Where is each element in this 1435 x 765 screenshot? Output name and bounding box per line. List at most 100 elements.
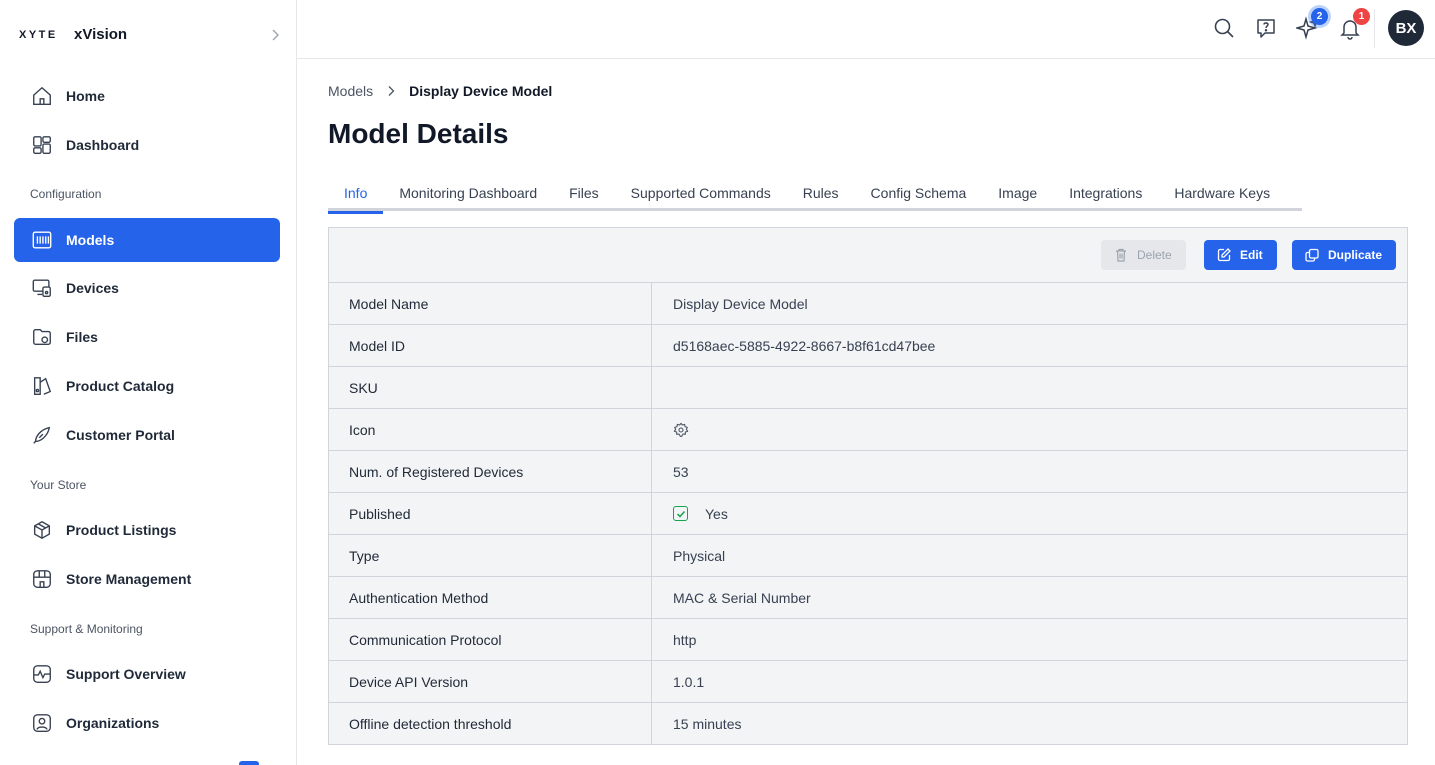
detail-row-authentication-method: Authentication Method MAC & Serial Numbe…	[329, 577, 1407, 619]
edit-button[interactable]: Edit	[1204, 240, 1277, 270]
sidebar-item-product-catalog[interactable]: Product Catalog	[14, 364, 280, 408]
tab-info[interactable]: Info	[328, 178, 384, 214]
detail-value: 1.0.1	[673, 673, 705, 690]
copy-icon	[1304, 247, 1320, 263]
detail-value	[652, 367, 1407, 408]
ai-assistant-button[interactable]: 2	[1294, 8, 1328, 42]
detail-key: Offline detection threshold	[329, 703, 652, 745]
breadcrumb-models-link[interactable]: Models	[328, 83, 373, 99]
detail-value: Display Device Model	[673, 295, 808, 312]
dashboard-icon	[30, 133, 54, 157]
detail-key: Icon	[329, 409, 652, 450]
sidebar: XYTE xVision Home Dashboard Configuratio…	[0, 0, 297, 765]
devices-icon	[30, 276, 54, 300]
tab-image[interactable]: Image	[982, 178, 1053, 211]
section-label-configuration: Configuration	[30, 187, 102, 201]
sidebar-item-home[interactable]: Home	[14, 74, 280, 118]
sidebar-item-label: Models	[66, 232, 115, 248]
avatar[interactable]: BX	[1388, 10, 1424, 46]
notifications-button[interactable]: 1	[1336, 8, 1370, 42]
ai-badge: 2	[1311, 8, 1328, 25]
catalog-icon	[30, 374, 54, 398]
sidebar-item-label: Dashboard	[66, 137, 140, 153]
page-title: Model Details	[328, 118, 509, 149]
actions-toolbar: Delete Edit Duplicate	[329, 228, 1407, 283]
top-bar: 2 1 BX	[297, 0, 1435, 59]
tab-files[interactable]: Files	[553, 178, 615, 211]
detail-key: Device API Version	[329, 661, 652, 702]
divider	[1374, 9, 1375, 48]
tab-integrations[interactable]: Integrations	[1053, 178, 1158, 211]
section-label-support-monitoring: Support & Monitoring	[30, 622, 143, 636]
models-icon	[30, 228, 54, 252]
sidebar-item-label: Customer Portal	[66, 427, 175, 443]
detail-row-model-name: Model Name Display Device Model	[329, 283, 1407, 325]
sidebar-item-label: Organizations	[66, 715, 160, 731]
detail-value: Physical	[673, 547, 726, 564]
brand-logo: XYTE	[19, 29, 58, 41]
chevron-right-icon[interactable]	[268, 28, 282, 42]
sidebar-item-support-overview[interactable]: Support Overview	[14, 652, 280, 696]
org-name: xVision	[74, 26, 128, 43]
sidebar-item-organizations[interactable]: Organizations	[14, 701, 280, 745]
sidebar-item-dashboard[interactable]: Dashboard	[14, 123, 280, 167]
detail-value: 15 minutes	[673, 716, 742, 732]
tab-supported-commands[interactable]: Supported Commands	[615, 178, 787, 211]
detail-key: Authentication Method	[329, 577, 652, 618]
sidebar-item-label: Support Overview	[66, 666, 186, 682]
sidebar-item-product-listings[interactable]: Product Listings	[14, 508, 280, 552]
tab-rules[interactable]: Rules	[787, 178, 855, 211]
sidebar-item-label: Store Management	[66, 571, 192, 587]
detail-row-offline-threshold: Offline detection threshold 15 minutes	[329, 703, 1407, 745]
duplicate-button-label: Duplicate	[1328, 248, 1383, 262]
detail-row-model-id: Model ID d5168aec-5885-4922-8667-b8f61cd…	[329, 325, 1407, 367]
detail-value: Yes	[652, 493, 1407, 534]
detail-row-type: Type Physical	[329, 535, 1407, 577]
detail-key: Model ID	[329, 325, 652, 366]
sidebar-item-store-management[interactable]: Store Management	[14, 557, 280, 601]
edit-icon	[1216, 247, 1232, 263]
sidebar-item-files[interactable]: Files	[14, 315, 280, 359]
organization-icon	[30, 711, 54, 735]
sidebar-item-models[interactable]: Models	[14, 218, 280, 262]
pulse-icon	[30, 662, 54, 686]
sidebar-item-badge	[239, 761, 259, 765]
detail-row-sku: SKU	[329, 367, 1407, 409]
detail-row-communication-protocol: Communication Protocol http	[329, 619, 1407, 661]
breadcrumb-current: Display Device Model	[409, 83, 553, 99]
notifications-badge: 1	[1353, 8, 1370, 25]
edit-button-label: Edit	[1240, 248, 1263, 262]
search-icon	[1214, 18, 1234, 38]
detail-key: SKU	[329, 367, 652, 408]
delete-button[interactable]: Delete	[1101, 240, 1186, 270]
delete-button-label: Delete	[1137, 248, 1172, 262]
detail-key: Communication Protocol	[329, 619, 652, 660]
detail-row-registered-devices: Num. of Registered Devices 53	[329, 451, 1407, 493]
breadcrumb: Models Display Device Model	[328, 83, 552, 99]
tab-hardware-keys[interactable]: Hardware Keys	[1158, 178, 1286, 211]
checkbox-checked-icon	[673, 506, 688, 521]
detail-key: Model Name	[329, 283, 652, 324]
box-icon	[30, 518, 54, 542]
tab-config-schema[interactable]: Config Schema	[855, 178, 983, 211]
detail-row-icon: Icon	[329, 409, 1407, 451]
home-icon	[30, 84, 54, 108]
help-chat-icon	[1257, 19, 1275, 38]
store-icon	[30, 567, 54, 591]
tab-bar: Info Monitoring Dashboard Files Supporte…	[328, 178, 1302, 214]
detail-value: d5168aec-5885-4922-8667-b8f61cd47bee	[673, 337, 936, 354]
brand-switcher[interactable]: XYTE xVision	[0, 0, 296, 70]
duplicate-button[interactable]: Duplicate	[1292, 240, 1397, 270]
sidebar-item-label: Product Catalog	[66, 378, 175, 394]
sidebar-item-customer-portal[interactable]: Customer Portal	[14, 413, 280, 457]
section-label-your-store: Your Store	[30, 478, 87, 492]
sidebar-item-label: Devices	[66, 280, 119, 296]
sidebar-item-label: Home	[66, 88, 105, 104]
help-button[interactable]	[1252, 14, 1280, 42]
sidebar-item-devices[interactable]: Devices	[14, 266, 280, 310]
search-button[interactable]	[1210, 14, 1238, 42]
sidebar-item-label: Files	[66, 329, 98, 345]
tab-monitoring-dashboard[interactable]: Monitoring Dashboard	[383, 178, 553, 211]
gear-icon	[673, 422, 689, 437]
detail-value	[652, 409, 1407, 450]
